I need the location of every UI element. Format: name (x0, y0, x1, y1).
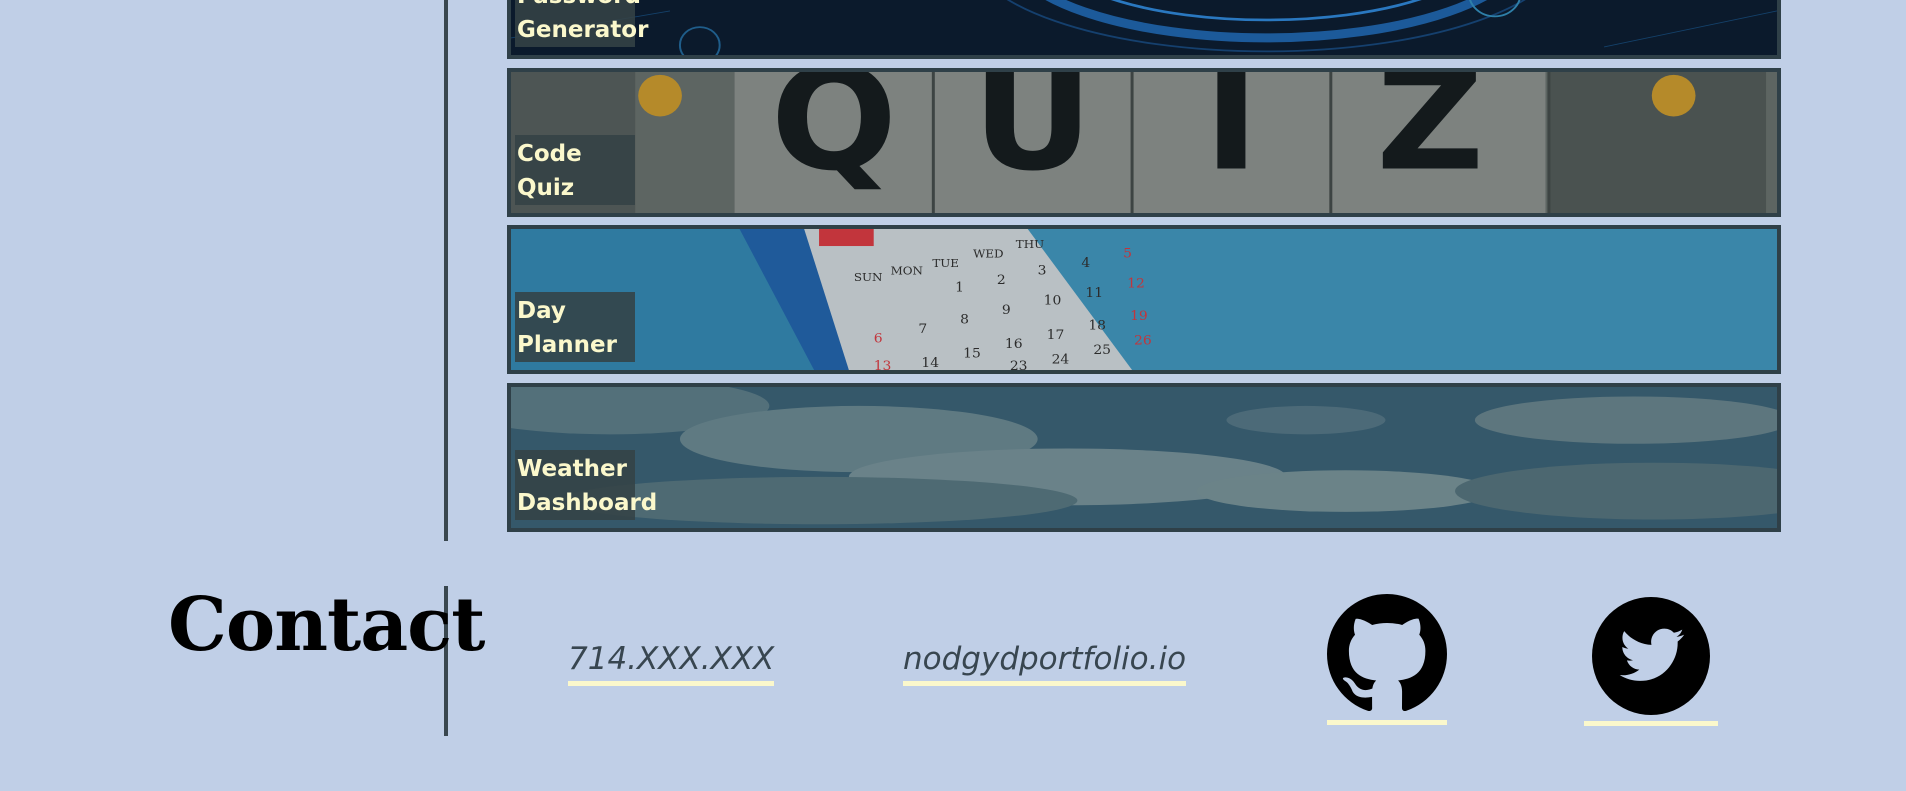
project-card-password-generator[interactable]: Password Generator (507, 0, 1781, 59)
project-card-code-quiz[interactable]: Q U I Z Code Quiz (507, 68, 1781, 217)
day-planner-image: SUN MON TUE WED THU 1 2 3 4 5 6 7 8 9 10… (511, 229, 1777, 370)
quiz-letter: Z (1376, 72, 1484, 203)
project-title: Password Generator (515, 0, 648, 47)
calendar-date: 16 (1005, 337, 1023, 353)
quiz-letter: U (972, 72, 1093, 203)
calendar-date: 24 (1052, 352, 1070, 368)
calendar-date: 13 (874, 358, 892, 370)
calendar-date: 4 (1081, 255, 1090, 271)
calendar-date: 3 (1038, 263, 1047, 279)
calendar-date: 25 (1093, 342, 1111, 358)
calendar-date: 5 (1123, 246, 1132, 262)
calendar-date: 9 (1002, 302, 1011, 318)
phone-link[interactable]: 714.XXX.XXX (568, 637, 775, 686)
calendar-date: 6 (874, 331, 883, 347)
calendar-weekday: THU (1016, 237, 1045, 251)
github-link-underline (1327, 720, 1447, 725)
calendar-date: 1 (955, 280, 964, 296)
twitter-icon (1592, 597, 1710, 715)
code-quiz-image: Q U I Z (511, 72, 1777, 213)
project-title: Code Quiz (515, 135, 635, 205)
password-generator-image (511, 0, 1777, 55)
calendar-date: 11 (1085, 285, 1103, 301)
calendar-weekday: SUN (854, 270, 883, 284)
calendar-date: 19 (1130, 308, 1148, 324)
twitter-link-underline (1584, 721, 1718, 726)
website-link[interactable]: nodgydportfolio.io (903, 637, 1187, 686)
calendar-date: 18 (1088, 318, 1106, 334)
github-link[interactable] (1327, 594, 1447, 725)
calendar-date: 26 (1134, 333, 1152, 349)
calendar-date: 10 (1044, 293, 1062, 309)
project-title: Weather Dashboard (515, 450, 657, 520)
calendar-weekday: WED (973, 247, 1003, 261)
section-divider-projects (444, 0, 448, 541)
project-card-weather-dashboard[interactable]: Weather Dashboard (507, 383, 1781, 532)
contact-heading: Contact (168, 582, 485, 668)
calendar-date: 8 (960, 312, 969, 328)
project-title: Day Planner (515, 292, 635, 362)
quiz-letter: Q (771, 72, 898, 203)
calendar-date: 12 (1127, 276, 1145, 292)
weather-dashboard-image (511, 387, 1777, 528)
twitter-link[interactable] (1584, 597, 1718, 726)
project-card-day-planner[interactable]: SUN MON TUE WED THU 1 2 3 4 5 6 7 8 9 10… (507, 225, 1781, 374)
calendar-weekday: MON (891, 264, 923, 278)
github-icon (1327, 594, 1447, 712)
calendar-date: 17 (1047, 327, 1065, 343)
calendar-date: 14 (921, 355, 939, 370)
quiz-letter: I (1204, 72, 1259, 203)
calendar-date: 15 (963, 346, 981, 362)
calendar-weekday: TUE (932, 256, 959, 270)
calendar-date: 2 (997, 272, 1006, 288)
calendar-date: 23 (1010, 358, 1028, 370)
calendar-date: 7 (918, 321, 927, 337)
